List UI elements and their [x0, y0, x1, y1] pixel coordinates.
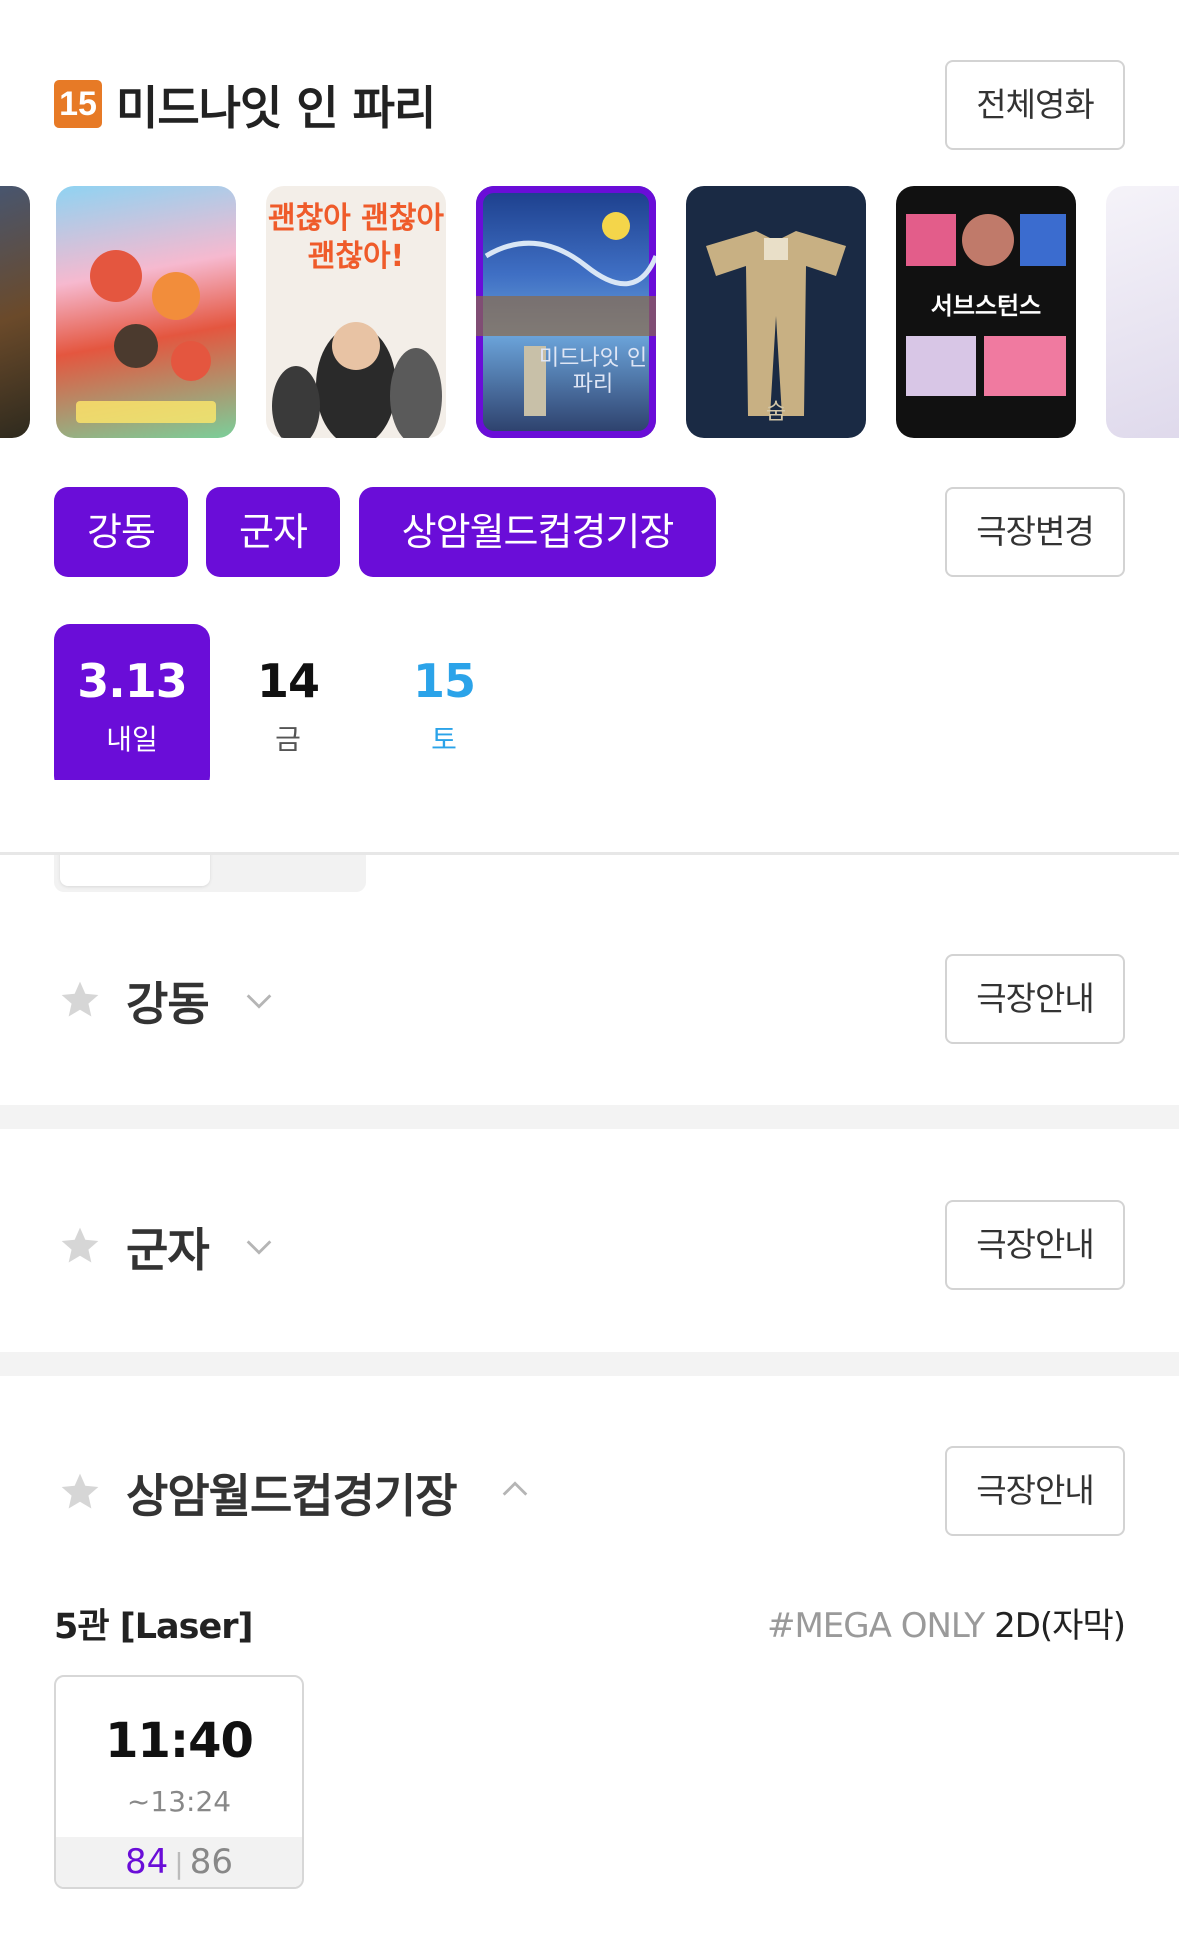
all-movies-button[interactable]: 전체영화 — [945, 60, 1125, 150]
movie-title: 미드나잇 인 파리 — [116, 81, 436, 135]
poster-item[interactable]: 서브스턴스 — [896, 186, 1076, 438]
theater-row-gangdong[interactable]: 강동 극장안내 — [54, 954, 1125, 1044]
showtime-start: 11:40 — [105, 1713, 254, 1769]
poster-item-selected[interactable]: 미드나잇 인 파리 — [476, 186, 656, 438]
poster-item[interactable] — [0, 186, 30, 438]
date-item[interactable]: 14 금 — [210, 624, 366, 792]
screen-format: 2D(자막) — [994, 1606, 1126, 1646]
date-item-selected[interactable]: 3.13 내일 — [54, 624, 210, 792]
chevron-up-icon[interactable] — [498, 1472, 532, 1506]
theater-info-button[interactable]: 극장안내 — [945, 954, 1125, 1044]
date-number: 15 — [412, 654, 476, 708]
starry-night-art — [476, 212, 656, 416]
poster-item[interactable]: 숨 — [686, 186, 866, 438]
poster-carousel[interactable]: 괜찮아 괜찮아 괜찮아! 미드나잇 인 파리 숨 서브스턴스 — [0, 186, 1179, 438]
theater-chip-sangam[interactable]: 상암월드컵경기장 — [359, 487, 716, 577]
favorite-star-icon[interactable] — [58, 978, 102, 1022]
showtime-card[interactable]: 11:40 ~13:24 84 | 86 — [54, 1675, 304, 1889]
poster-item[interactable] — [1106, 186, 1179, 438]
movie-header: 15 미드나잇 인 파리 전체영화 — [54, 60, 1125, 150]
poster-title-text: 미드나잇 인 파리 — [538, 346, 648, 397]
sticky-header-bg — [0, 780, 1179, 852]
theater-info-button[interactable]: 극장안내 — [945, 1446, 1125, 1536]
age-rating-badge: 15 — [54, 80, 102, 128]
poster-title-text: 숨 — [765, 400, 787, 425]
available-seats: 84 — [125, 1842, 169, 1882]
sticky-header-divider — [0, 852, 1179, 855]
theater-row-gunja[interactable]: 군자 극장안내 — [54, 1200, 1125, 1290]
poster-item[interactable]: 괜찮아 괜찮아 괜찮아! — [266, 186, 446, 438]
theater-name: 상암월드컵경기장 — [126, 1469, 458, 1523]
anime-illustration — [76, 250, 216, 423]
theater-name: 군자 — [126, 1223, 210, 1277]
date-weekday: 내일 — [106, 723, 158, 756]
favorite-star-icon[interactable] — [58, 1470, 102, 1514]
seat-availability: 84 | 86 — [56, 1837, 302, 1887]
chevron-down-icon[interactable] — [242, 1230, 276, 1264]
theater-chip-gangdong[interactable]: 강동 — [54, 487, 188, 577]
poster-title-text: 서브스턴스 — [930, 292, 1042, 320]
screen-tags: #MEGA ONLY 2D(자막) — [766, 1598, 1126, 1647]
cast-figures — [272, 322, 442, 438]
mega-only-tag: #MEGA ONLY — [766, 1606, 985, 1646]
theater-name: 강동 — [126, 977, 210, 1031]
poster-item[interactable] — [56, 186, 236, 438]
date-number: 14 — [256, 654, 320, 708]
seat-separator: | — [174, 1847, 184, 1880]
date-weekday: 토 — [431, 723, 457, 756]
screen-name: 5관 [Laser] — [54, 1607, 253, 1647]
favorite-star-icon[interactable] — [58, 1224, 102, 1268]
section-separator — [0, 1105, 1179, 1129]
date-number: 3.13 — [77, 654, 188, 708]
change-theater-button[interactable]: 극장변경 — [945, 487, 1125, 577]
date-item-saturday[interactable]: 15 토 — [366, 624, 522, 792]
theater-chip-gunja[interactable]: 군자 — [206, 487, 340, 577]
theater-row-sangam[interactable]: 상암월드컵경기장 극장안내 — [54, 1446, 1125, 1536]
chevron-down-icon[interactable] — [242, 984, 276, 1018]
section-separator — [0, 1352, 1179, 1376]
showtime-end: ~13:24 — [126, 1785, 232, 1818]
booking-page: 15 미드나잇 인 파리 전체영화 괜찮아 괜찮아 괜찮아! 미드나잇 인 파리… — [0, 0, 1179, 1955]
theater-info-button[interactable]: 극장안내 — [945, 1200, 1125, 1290]
total-seats: 86 — [189, 1842, 233, 1882]
date-weekday: 금 — [275, 723, 301, 756]
